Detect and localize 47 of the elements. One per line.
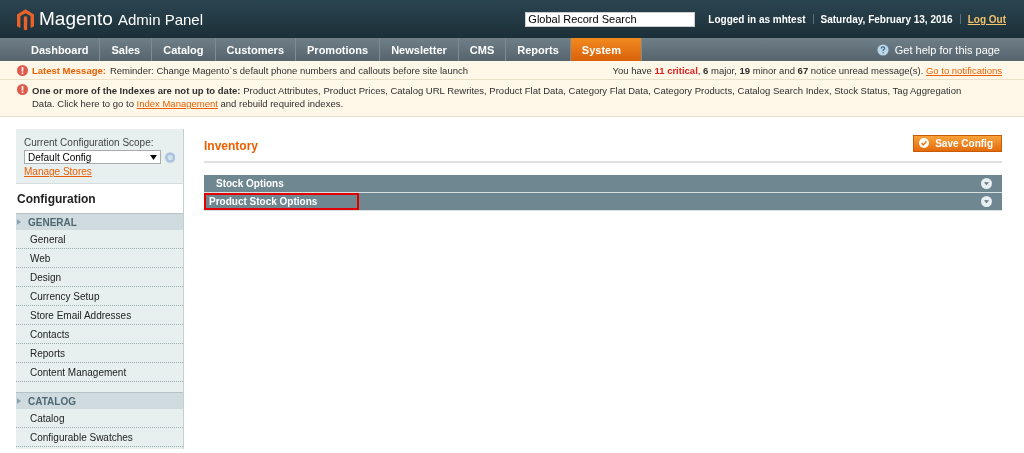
sidebar-item[interactable]: Contacts [16, 325, 183, 344]
logo-subtitle: Admin Panel [117, 10, 203, 28]
scope-dropdown[interactable]: Default Config [24, 150, 161, 164]
section-bar[interactable]: Product Stock Options [204, 193, 1002, 211]
index-notice: One or more of the Indexes are not up to date: Product Attributes, Product Prices, Catalog URL Rewrites, Product Flat Data, Category Flat Data, Category Products, Catalog Search Index, Stock Status, Tag Aggregation Data. Click here to go to Index Management and rebuild required indexes. [32, 84, 963, 110]
logo-icon [17, 8, 34, 30]
index-management-link[interactable]: Index Management [136, 98, 218, 109]
help-icon [164, 151, 175, 163]
expand-icon [981, 196, 992, 207]
latest-message-label: Latest Message: [32, 64, 106, 76]
logout-link[interactable]: Log Out [967, 13, 1006, 25]
notification-summary: You have 11 critical, 6 major, 19 minor and 67 notice unread message(s). [612, 64, 925, 76]
date-label: Saturday, February 13, 2016 [820, 13, 953, 25]
section-header[interactable]: CATALOG [16, 392, 183, 409]
nav-tab[interactable]: System [570, 38, 642, 61]
expand-arrow-icon [17, 398, 21, 404]
scope-label: Current Configuration Scope: [24, 137, 155, 148]
user-label: Logged in as mhtest [708, 13, 806, 25]
sidebar-title: Configuration [16, 183, 183, 213]
sidebar-item[interactable]: Catalog [16, 409, 183, 428]
sidebar-item[interactable]: Web [16, 249, 183, 268]
help-icon [876, 43, 889, 56]
expand-icon [981, 178, 992, 189]
error-icon [17, 84, 28, 95]
section-title: Product Stock Options [204, 193, 360, 210]
sidebar-item[interactable]: Reports [16, 344, 183, 363]
sidebar-item[interactable]: Content Management [16, 363, 183, 382]
help-link[interactable]: Get help for this page [894, 43, 1000, 56]
expand-arrow-icon [17, 219, 21, 225]
sidebar-item[interactable]: Currency Setup [16, 287, 183, 306]
manage-stores-link[interactable]: Manage Stores [24, 166, 175, 177]
error-icon [17, 64, 28, 76]
section-bar[interactable]: Stock Options [204, 175, 1002, 193]
search-field[interactable]: Global Record Search [525, 11, 696, 27]
sidebar-item[interactable]: Store Email Addresses [16, 306, 183, 325]
section-title: Stock Options [215, 177, 285, 191]
dropdown-caret-icon [149, 154, 157, 160]
section-header[interactable]: GENERAL [16, 213, 183, 230]
sidebar-item[interactable]: Design [16, 268, 183, 287]
save-config-button[interactable]: Save Config [913, 134, 1002, 152]
notifications-link[interactable]: Go to notifications [925, 64, 1002, 76]
logo-text: Magento [39, 8, 113, 30]
sidebar-item[interactable]: General [16, 230, 183, 249]
check-icon [919, 138, 930, 148]
page-title: Inventory [204, 139, 258, 153]
sidebar-item[interactable]: Configurable Swatches [16, 428, 183, 447]
latest-message-text: Reminder: Change Magento`s default phone numbers and callouts before site launch [109, 64, 468, 76]
